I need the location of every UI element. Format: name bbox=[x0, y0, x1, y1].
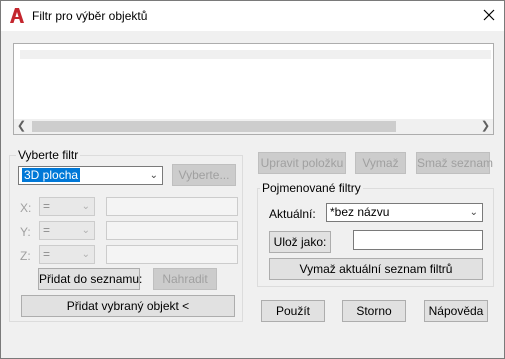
z-value-field[interactable] bbox=[106, 245, 238, 264]
filter-type-value: 3D plocha bbox=[22, 168, 81, 182]
named-filters-legend: Pojmenované filtry bbox=[260, 181, 363, 195]
delete-button[interactable]: Vymaž bbox=[355, 152, 406, 174]
chevron-down-icon: ⌄ bbox=[81, 225, 90, 236]
apply-button[interactable]: Použít bbox=[261, 300, 325, 322]
x-label: X: bbox=[20, 201, 32, 215]
save-as-button[interactable]: Ulož jako: bbox=[269, 231, 331, 253]
z-operator-value: = bbox=[43, 247, 51, 261]
select-filter-legend: Vyberte filtr bbox=[16, 148, 81, 162]
current-filter-value: *bez názvu bbox=[330, 205, 390, 219]
y-value-field[interactable] bbox=[106, 221, 238, 240]
add-to-list-button[interactable]: Přidat do seznamu: bbox=[38, 268, 142, 290]
z-operator-combo[interactable]: = ⌄ bbox=[39, 245, 95, 264]
window-title: Filtr pro výběr objektů bbox=[32, 9, 148, 23]
horizontal-scrollbar[interactable]: ❮ ❯ bbox=[14, 119, 493, 134]
delete-current-filter-list-button[interactable]: Vymaž aktuální seznam filtrů bbox=[269, 258, 483, 280]
current-filter-combo[interactable]: *bez názvu ⌄ bbox=[326, 203, 483, 222]
current-label: Aktuální: bbox=[269, 207, 316, 221]
filter-dialog: Filtr pro výběr objektů ❮ ❯ Vyberte filt… bbox=[0, 0, 505, 359]
filter-type-combo[interactable]: 3D plocha ⌄ bbox=[18, 166, 163, 185]
y-operator-value: = bbox=[43, 223, 51, 237]
replace-button[interactable]: Nahradit bbox=[153, 268, 217, 290]
scroll-right-icon[interactable]: ❯ bbox=[478, 119, 493, 134]
select-filter-group: Vyberte filtr 3D plocha ⌄ Vyberte... X: … bbox=[9, 148, 243, 322]
title-bar: Filtr pro výběr objektů bbox=[1, 1, 504, 31]
clear-list-button[interactable]: Smaž seznam bbox=[416, 152, 493, 174]
close-icon[interactable] bbox=[481, 7, 497, 23]
y-operator-combo[interactable]: = ⌄ bbox=[39, 221, 95, 240]
cancel-button[interactable]: Storno bbox=[342, 300, 406, 322]
autocad-logo-icon bbox=[10, 8, 24, 23]
list-item[interactable] bbox=[20, 50, 491, 59]
select-button[interactable]: Vyberte... bbox=[172, 164, 236, 186]
chevron-down-icon: ⌄ bbox=[149, 170, 158, 181]
help-button[interactable]: Nápověda bbox=[424, 300, 488, 322]
x-operator-combo[interactable]: = ⌄ bbox=[39, 197, 95, 216]
filter-list[interactable]: ❮ ❯ bbox=[13, 43, 494, 135]
z-label: Z: bbox=[20, 249, 31, 263]
save-as-name-field[interactable] bbox=[353, 230, 483, 250]
chevron-down-icon: ⌄ bbox=[81, 249, 90, 260]
x-operator-value: = bbox=[43, 199, 51, 213]
chevron-down-icon: ⌄ bbox=[469, 207, 478, 218]
chevron-down-icon: ⌄ bbox=[81, 201, 90, 212]
scroll-left-icon[interactable]: ❮ bbox=[14, 119, 29, 134]
named-filters-group: Pojmenované filtry Aktuální: *bez názvu … bbox=[257, 181, 494, 287]
x-value-field[interactable] bbox=[106, 197, 238, 216]
edit-item-button[interactable]: Upravit položku bbox=[258, 152, 346, 174]
y-label: Y: bbox=[20, 225, 31, 239]
scroll-thumb[interactable] bbox=[32, 121, 396, 132]
add-selected-object-button[interactable]: Přidat vybraný objekt < bbox=[21, 295, 235, 317]
